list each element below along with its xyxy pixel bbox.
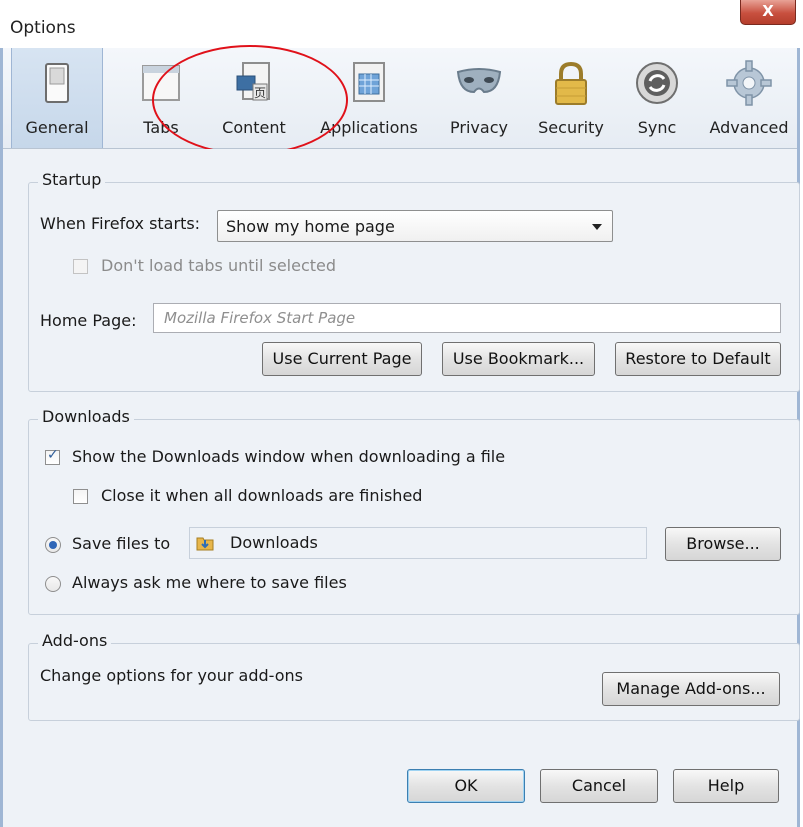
always-ask-radio[interactable] — [45, 576, 61, 592]
options-toolbar: General Tabs 页 Content Applications Priv… — [3, 48, 797, 149]
cancel-button[interactable]: Cancel — [540, 769, 658, 803]
addons-group: Add-ons Change options for your add-ons … — [28, 631, 800, 721]
tab-advanced[interactable]: Advanced — [703, 48, 795, 148]
tab-privacy-label: Privacy — [450, 118, 508, 137]
addons-description: Change options for your add-ons — [40, 666, 303, 685]
close-icon: X — [762, 2, 774, 20]
close-when-done-checkbox[interactable] — [73, 489, 88, 504]
save-folder-field[interactable]: Downloads — [189, 527, 647, 559]
dont-load-tabs-label: Don't load tabs until selected — [101, 256, 337, 275]
startup-title: Startup — [38, 170, 106, 189]
tab-applications-label: Applications — [320, 118, 418, 137]
show-downloads-label: Show the Downloads window when downloadi… — [72, 447, 506, 466]
privacy-mask-icon — [456, 68, 502, 94]
general-switch-icon — [45, 63, 69, 103]
tab-general-label: General — [25, 118, 89, 137]
tab-tabs-label: Tabs — [143, 118, 179, 137]
save-files-label: Save files to — [72, 534, 171, 553]
tab-applications[interactable]: Applications — [311, 48, 427, 148]
dont-load-tabs-checkbox[interactable] — [73, 259, 88, 274]
tab-sync[interactable]: Sync — [623, 48, 691, 148]
tab-security-label: Security — [538, 118, 604, 137]
when-starts-select[interactable]: Show my home page — [217, 210, 613, 242]
tab-advanced-label: Advanced — [709, 118, 789, 137]
always-ask-label: Always ask me where to save files — [72, 573, 347, 592]
options-content: Startup When Firefox starts: Show my hom… — [3, 149, 800, 827]
home-page-input[interactable]: Mozilla Firefox Start Page — [153, 303, 781, 333]
save-files-radio[interactable] — [45, 537, 61, 553]
applications-icon — [353, 62, 385, 102]
when-starts-label: When Firefox starts: — [40, 214, 201, 233]
tab-tabs[interactable]: Tabs — [125, 48, 197, 148]
svg-text:页: 页 — [254, 86, 266, 100]
browse-button[interactable]: Browse... — [665, 527, 781, 561]
tab-privacy[interactable]: Privacy — [439, 48, 519, 148]
downloads-group: Downloads ✓ Show the Downloads window wh… — [28, 407, 800, 615]
downloads-folder-icon — [196, 537, 214, 551]
advanced-gear-icon — [726, 60, 772, 106]
use-current-page-button[interactable]: Use Current Page — [262, 342, 422, 376]
help-button[interactable]: Help — [673, 769, 779, 803]
manage-addons-button[interactable]: Manage Add-ons... — [602, 672, 780, 706]
restore-default-button[interactable]: Restore to Default — [615, 342, 781, 376]
radio-selected-dot — [49, 541, 57, 549]
chevron-down-icon — [592, 224, 602, 230]
show-downloads-checkbox[interactable]: ✓ — [45, 447, 60, 465]
title-bar: Options X — [0, 0, 803, 48]
content-page-icon: 页 — [236, 62, 270, 101]
tab-sync-label: Sync — [637, 118, 677, 137]
check-icon: ✓ — [47, 447, 59, 463]
startup-group: Startup When Firefox starts: Show my hom… — [28, 170, 800, 392]
tab-security[interactable]: Security — [527, 48, 615, 148]
addons-title: Add-ons — [38, 631, 112, 650]
home-page-placeholder: Mozilla Firefox Start Page — [164, 309, 356, 327]
home-page-label: Home Page: — [40, 311, 137, 330]
tab-content[interactable]: 页 Content — [207, 48, 301, 148]
tabs-window-icon — [142, 65, 180, 101]
sync-icon — [636, 62, 678, 104]
ok-button[interactable]: OK — [407, 769, 525, 803]
security-lock-icon — [555, 61, 587, 105]
when-starts-value: Show my home page — [226, 217, 395, 236]
tab-general[interactable]: General — [11, 48, 103, 148]
use-bookmark-button[interactable]: Use Bookmark... — [442, 342, 595, 376]
tab-content-label: Content — [222, 118, 286, 137]
downloads-title: Downloads — [38, 407, 134, 426]
save-folder-name: Downloads — [230, 533, 318, 552]
window-title: Options — [10, 18, 76, 38]
close-button[interactable]: X — [740, 0, 796, 25]
close-when-done-label: Close it when all downloads are finished — [101, 486, 423, 505]
